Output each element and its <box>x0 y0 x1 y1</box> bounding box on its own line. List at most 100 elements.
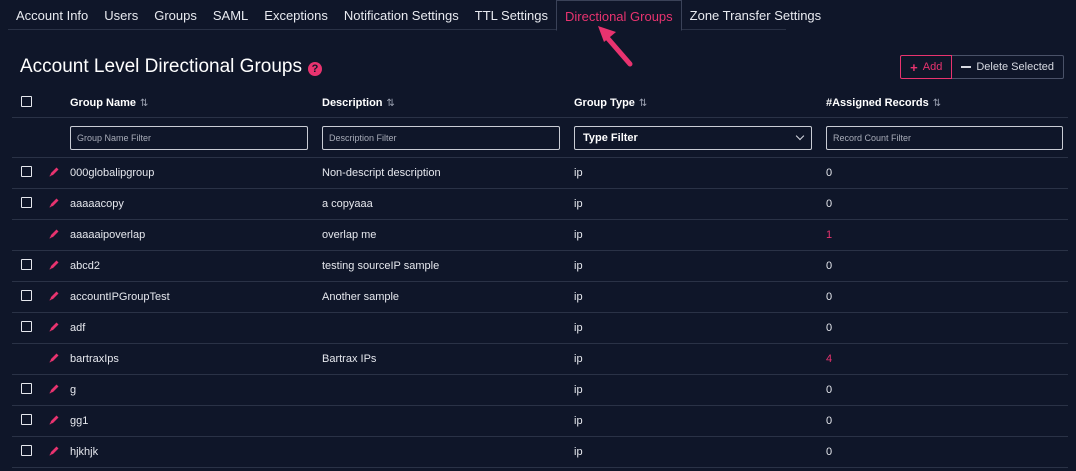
cell-group-type: ip <box>574 446 583 458</box>
type-filter-select[interactable]: Type Filter <box>574 125 812 150</box>
edit-pencil-icon[interactable] <box>48 445 60 460</box>
table-row[interactable]: bartraxIps Bartrax IPs ip 4 <box>12 344 1068 375</box>
tab-ttl-settings[interactable]: TTL Settings <box>467 0 556 30</box>
cell-group-name: gg1 <box>70 415 89 427</box>
cell-group-type: ip <box>574 260 583 272</box>
cell-description: Another sample <box>322 291 400 303</box>
sort-icon: ⇅ <box>386 97 395 109</box>
cell-group-name: accountIPGroupTest <box>70 291 170 303</box>
table-row[interactable]: aaaaacopy a copyaaa ip 0 <box>12 189 1068 220</box>
table-row[interactable]: aaaaaipoverlap overlap me ip 1 <box>12 220 1068 251</box>
sort-icon: ⇅ <box>932 97 942 109</box>
cell-group-type: ip <box>574 415 583 427</box>
cell-assigned-records: 0 <box>826 446 833 458</box>
cell-assigned-records[interactable]: 1 <box>826 229 1068 241</box>
edit-pencil-icon[interactable] <box>48 166 60 181</box>
row-checkbox[interactable] <box>21 290 32 301</box>
table-row[interactable]: 000globalipgroup Non-descript description… <box>12 158 1068 189</box>
cell-assigned-records[interactable]: 4 <box>826 353 1068 365</box>
sort-icon: ⇅ <box>638 97 648 109</box>
cell-group-name: hjkhjk <box>70 446 99 458</box>
table-row[interactable]: abcd2 testing sourceIP sample ip 0 <box>12 251 1068 282</box>
table-row[interactable]: g ip 0 <box>12 375 1068 406</box>
cell-group-name: abcd2 <box>70 260 100 272</box>
row-checkbox[interactable] <box>21 259 32 270</box>
cell-description: overlap me <box>322 229 377 241</box>
cell-assigned-records: 0 <box>826 167 833 179</box>
minus-icon <box>961 66 972 68</box>
directional-groups-table: Group Name ⇅ Description ⇅ Group Type ⇅ #As… <box>12 88 1068 468</box>
cell-description: a copyaaa <box>322 198 373 210</box>
tab-zone-transfer-settings[interactable]: Zone Transfer Settings <box>682 0 830 30</box>
cell-description: Non-descript description <box>322 167 441 179</box>
tab-account-info[interactable]: Account Info <box>8 0 96 30</box>
cell-group-type: ip <box>574 167 583 179</box>
column-header-group-type[interactable]: Group Type ⇅ <box>574 97 826 109</box>
row-checkbox[interactable] <box>21 445 32 456</box>
add-button[interactable]: + Add <box>900 55 953 79</box>
cell-group-name: adf <box>70 322 86 334</box>
cell-description: testing sourceIP sample <box>322 260 440 272</box>
cell-assigned-records: 0 <box>826 384 833 396</box>
cell-group-type: ip <box>574 384 583 396</box>
table-header-row: Group Name ⇅ Description ⇅ Group Type ⇅ #As… <box>12 88 1068 118</box>
sort-icon: ⇅ <box>140 97 149 109</box>
table-row[interactable]: accountIPGroupTest Another sample ip 0 <box>12 282 1068 313</box>
cell-group-name: aaaaacopy <box>70 198 124 210</box>
cell-description: Bartrax IPs <box>322 353 377 365</box>
tab-bar: Account Info Users Groups SAML Exceptions Not… <box>8 0 821 31</box>
table-row[interactable]: hjkhjk ip 0 <box>12 437 1068 468</box>
edit-pencil-icon[interactable] <box>48 290 60 305</box>
column-header-assigned-records[interactable]: #Assigned Records ⇅ <box>826 97 1068 109</box>
cell-assigned-records: 0 <box>826 322 833 334</box>
cell-group-name: aaaaaipoverlap <box>70 229 146 241</box>
plus-icon: + <box>910 59 918 75</box>
delete-selected-button[interactable]: Delete Selected <box>952 55 1064 79</box>
row-checkbox[interactable] <box>21 414 32 425</box>
edit-pencil-icon[interactable] <box>48 197 60 212</box>
row-checkbox[interactable] <box>21 197 32 208</box>
cell-group-name: g <box>70 384 77 396</box>
edit-pencil-icon[interactable] <box>48 414 60 429</box>
select-all-checkbox[interactable] <box>21 95 32 107</box>
edit-pencil-icon[interactable] <box>48 352 60 367</box>
tab-users[interactable]: Users <box>96 0 146 30</box>
column-header-description[interactable]: Description ⇅ <box>322 97 574 109</box>
cell-group-type: ip <box>574 322 583 334</box>
table-row[interactable]: adf ip 0 <box>12 313 1068 344</box>
cell-group-type: ip <box>574 198 583 210</box>
row-checkbox[interactable] <box>21 383 32 394</box>
page-title-area: Account Level Directional Groups ? <box>20 56 322 78</box>
tab-notification-settings[interactable]: Notification Settings <box>336 0 467 30</box>
table-row[interactable]: gg1 ip 0 <box>12 406 1068 437</box>
table-actions: + Add Delete Selected <box>900 55 1064 79</box>
cell-group-type: ip <box>574 229 583 241</box>
cell-group-type: ip <box>574 291 583 303</box>
cell-assigned-records: 0 <box>826 260 833 272</box>
table-filter-row: Type Filter <box>12 118 1068 158</box>
tab-exceptions[interactable]: Exceptions <box>256 0 336 30</box>
cell-group-name: 000globalipgroup <box>70 167 155 179</box>
help-icon[interactable]: ? <box>307 61 322 76</box>
row-checkbox[interactable] <box>21 321 32 332</box>
edit-pencil-icon[interactable] <box>48 259 60 274</box>
chevron-down-icon <box>795 131 805 141</box>
cell-assigned-records: 0 <box>826 415 833 427</box>
table-body: 000globalipgroup Non-descript description… <box>12 158 1068 468</box>
edit-pencil-icon[interactable] <box>48 228 60 243</box>
add-button-label: Add <box>922 61 943 73</box>
tab-saml[interactable]: SAML <box>205 0 256 30</box>
annotation-arrow-icon <box>598 26 633 67</box>
row-checkbox[interactable] <box>21 166 32 177</box>
description-filter-input[interactable] <box>322 125 560 150</box>
edit-pencil-icon[interactable] <box>48 321 60 336</box>
group-name-filter-input[interactable] <box>70 125 308 150</box>
record-count-filter-input[interactable] <box>826 125 1063 150</box>
tab-groups[interactable]: Groups <box>146 0 205 30</box>
page-title: Account Level Directional Groups <box>20 56 302 77</box>
delete-selected-label: Delete Selected <box>976 61 1054 73</box>
cell-assigned-records: 0 <box>826 198 833 210</box>
column-header-group-name[interactable]: Group Name ⇅ <box>70 97 322 109</box>
edit-pencil-icon[interactable] <box>48 383 60 398</box>
cell-group-name: bartraxIps <box>70 353 119 365</box>
